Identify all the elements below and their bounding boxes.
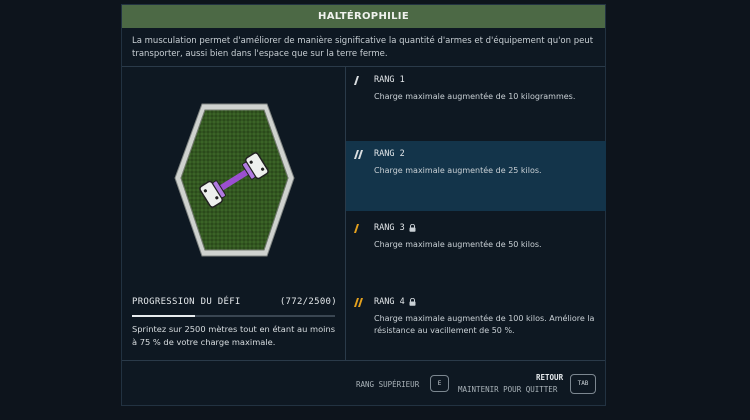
rank-row-2[interactable]: RANG 2 Charge maximale augmentée de 25 k… [346,141,606,211]
rank-1-label: RANG 1 [374,75,405,85]
rank-3-bars-icon [354,223,359,233]
rank-3-description: Charge maximale augmentée de 50 kilos. [374,240,542,249]
rank-1-bar-icon [354,75,359,85]
challenge-progress-title: PROGRESSION DU DÉFI [132,297,241,307]
lock-icon [409,224,416,232]
dumbbell-badge-icon [174,103,295,257]
skill-description: La musculation permet d'améliorer de man… [132,36,594,59]
panel-title: HALTÉROPHILIE [122,5,605,28]
rank-3-label: RANG 3 [374,223,405,233]
rank-up-label: RANG SUPÉRIEUR [356,380,420,389]
challenge-progress-header: PROGRESSION DU DÉFI (772/2500) [132,297,337,307]
skill-badge [172,100,297,260]
divider-bottom [122,360,605,361]
rank-4-label: RANG 4 [374,297,405,307]
skill-panel: HALTÉROPHILIE La musculation permet d'am… [121,4,606,406]
rank-row-1[interactable]: RANG 1 Charge maximale augmentée de 10 k… [346,67,606,141]
rank-row-4[interactable]: RANG 4 Charge maximale augmentée de 100 … [346,289,606,359]
challenge-progress-count: (772/2500) [279,297,337,307]
challenge-description: Sprintez sur 2500 mètres tout en étant a… [132,324,336,347]
back-label: RETOUR [536,373,564,382]
rank-4-bars-icon [354,297,363,307]
lock-icon [409,298,416,306]
back-key-button[interactable]: TAB [570,374,596,394]
rank-2-description: Charge maximale augmentée de 25 kilos. [374,166,542,175]
rank-2-label: RANG 2 [374,149,405,159]
rank-up-key-button[interactable]: E [430,375,449,392]
hold-to-quit-label: MAINTENIR POUR QUITTER [458,385,558,394]
challenge-progress-bar [132,315,335,317]
rank-2-bars-icon [354,149,363,159]
rank-4-description: Charge maximale augmentée de 100 kilos. … [374,314,595,335]
rank-row-3[interactable]: RANG 3 Charge maximale augmentée de 50 k… [346,215,606,289]
rank-1-description: Charge maximale augmentée de 10 kilogram… [374,92,576,101]
challenge-progress-fill [132,315,195,317]
